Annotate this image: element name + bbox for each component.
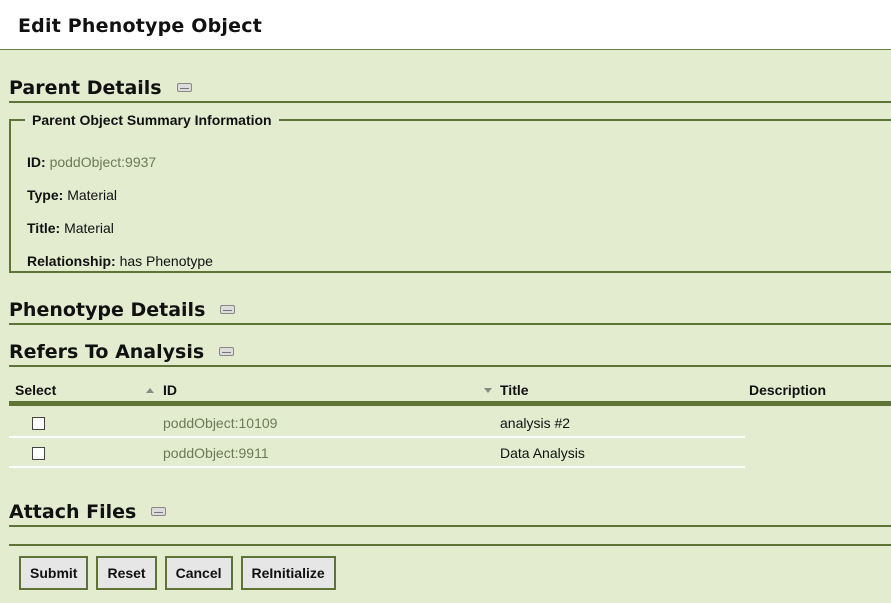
- parent-type-label: Type:: [27, 187, 64, 203]
- parent-title-label: Title:: [27, 220, 61, 236]
- parent-relationship-value: has Phenotype: [119, 253, 213, 269]
- parent-relationship-label: Relationship:: [27, 253, 116, 269]
- row-title: Data Analysis: [500, 445, 585, 461]
- table-row: poddObject:10109 analysis #2: [9, 408, 745, 438]
- parent-title-value: Material: [64, 220, 114, 236]
- collapse-toggle-icon[interactable]: [151, 507, 167, 516]
- row-select-checkbox[interactable]: [32, 447, 45, 460]
- collapse-toggle-icon[interactable]: [219, 347, 235, 356]
- row-id-link[interactable]: poddObject:9911: [163, 445, 269, 461]
- form-actions: Submit Reset Cancel ReInitialize: [19, 556, 336, 590]
- parent-title-row: Title: Material: [27, 220, 114, 236]
- col-id-header[interactable]: ID: [163, 382, 177, 398]
- phenotype-details-heading: Phenotype Details: [9, 299, 206, 321]
- parent-id-row: ID: poddObject:9937: [27, 154, 156, 170]
- table-row: poddObject:9911 Data Analysis: [9, 438, 745, 468]
- parent-summary-legend: Parent Object Summary Information: [32, 112, 272, 128]
- parent-details-section: Parent Details: [9, 77, 891, 103]
- parent-type-value: Material: [67, 187, 117, 203]
- attach-files-section: Attach Files: [9, 501, 891, 527]
- cancel-button[interactable]: Cancel: [164, 556, 233, 590]
- parent-id-label: ID:: [27, 154, 46, 170]
- attach-files-heading: Attach Files: [9, 501, 137, 523]
- analysis-table-header: Select ID Title Description: [9, 376, 891, 406]
- submit-button[interactable]: Submit: [19, 556, 89, 590]
- parent-summary-fieldset: Parent Object Summary Information ID: po…: [9, 112, 891, 273]
- row-select-checkbox[interactable]: [32, 417, 45, 430]
- parent-details-heading: Parent Details: [9, 77, 162, 99]
- reinitialize-button[interactable]: ReInitialize: [240, 556, 336, 590]
- collapse-toggle-icon[interactable]: [220, 305, 236, 314]
- page-title: Edit Phenotype Object: [18, 15, 262, 37]
- form-divider: [9, 544, 891, 546]
- parent-relationship-row: Relationship: has Phenotype: [27, 253, 213, 269]
- page-header: Edit Phenotype Object: [0, 0, 891, 50]
- row-title: analysis #2: [500, 415, 571, 431]
- phenotype-details-section: Phenotype Details: [9, 299, 891, 325]
- row-id-link[interactable]: poddObject:10109: [163, 415, 277, 431]
- sort-ascending-icon[interactable]: [146, 388, 154, 393]
- sort-descending-icon[interactable]: [484, 388, 492, 393]
- analysis-heading: Refers To Analysis: [9, 341, 205, 363]
- col-title-header[interactable]: Title: [500, 382, 529, 398]
- analysis-section: Refers To Analysis: [9, 341, 891, 367]
- parent-type-row: Type: Material: [27, 187, 117, 203]
- col-select-header: Select: [15, 382, 57, 398]
- col-description-header[interactable]: Description: [749, 382, 826, 398]
- parent-id-link[interactable]: poddObject:9937: [50, 154, 157, 170]
- reset-button[interactable]: Reset: [96, 556, 157, 590]
- collapse-toggle-icon[interactable]: [176, 83, 192, 92]
